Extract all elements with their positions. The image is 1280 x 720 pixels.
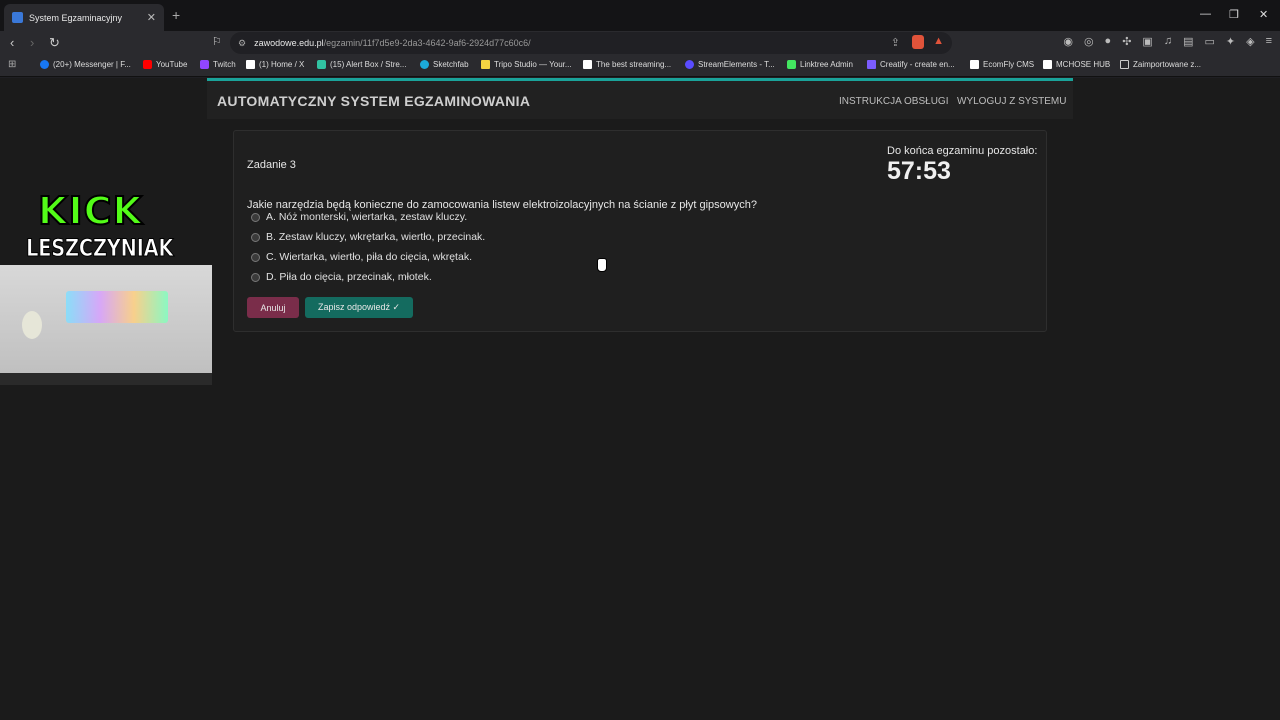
address-bar[interactable]: ⚙ zawodowe.edu.pl/egzamin/11f7d5e9-2da3-… [230,32,952,54]
answer-option-b[interactable]: B. Zestaw kluczy, wkrętarka, wiertło, pr… [251,231,485,243]
bookmark-item[interactable]: EcomFly CMS [970,60,1034,69]
cancel-button[interactable]: Anuluj [247,297,299,318]
bookmark-favicon-icon [420,60,429,69]
tab-active[interactable]: System Egzaminacyjny ✕ [4,4,164,31]
bookmark-icon[interactable]: ⚐ [212,35,222,48]
reload-icon[interactable]: ↻ [49,35,60,51]
bookmark-folder[interactable]: Zaimportowane z... [1120,60,1201,69]
radio-button[interactable] [251,252,260,262]
bookmark-favicon-icon [970,60,979,69]
computer-mouse [22,311,42,339]
webcam-overlay [0,265,212,385]
music-icon[interactable]: ♫ [1164,35,1172,48]
url-host: zawodowe.edu.pl [254,38,324,48]
bookmark-favicon-icon [200,60,209,69]
bookmark-favicon-icon [246,60,255,69]
bookmark-favicon-icon [685,60,694,69]
bookmark-favicon-icon [40,60,49,69]
bookmark-favicon-icon [317,60,326,69]
app-title: AUTOMATYCZNY SYSTEM EGZAMINOWANIA [217,93,531,109]
share-icon[interactable]: ⇪ [891,36,900,49]
brave-shield-icon[interactable] [912,35,924,49]
question-number: Zadanie 3 [247,159,296,171]
extension-icons: ◉ ◎ ● ✣ ▣ ♫ ▤ ▭ ✦ ◈ ≡ [1063,35,1272,48]
bookmark-favicon-icon [1043,60,1052,69]
answer-option-d[interactable]: D. Piła do cięcia, przecinak, młotek. [251,271,432,283]
save-answer-button[interactable]: Zapisz odpowiedź ✓ [305,297,413,318]
timer-value: 57:53 [887,157,951,185]
bookmark-item[interactable]: Creatify - create en... [867,60,955,69]
logout-link[interactable]: WYLOGUJ Z SYSTEMU [957,96,1066,107]
vpn-icon[interactable]: ◈ [1246,35,1254,48]
leo-ai-icon[interactable]: ✦ [1226,35,1235,48]
kick-logo: KICK [37,188,143,234]
tab-close-icon[interactable]: ✕ [147,11,156,24]
url-path: /egzamin/11f7d5e9-2da3-4642-9af6-2924d77… [323,38,531,48]
bookmark-item[interactable]: Tripo Studio — Your... [481,60,572,69]
answer-option-c[interactable]: C. Wiertarka, wiertło, piła do cięcia, w… [251,251,472,263]
instructions-link[interactable]: INSTRUKCJA OBSŁUGI [839,96,948,107]
answer-option-a[interactable]: A. Nóż monterski, wiertarka, zestaw kluc… [251,211,467,223]
tab-favicon-icon [12,12,23,23]
bookmark-favicon-icon [867,60,876,69]
bookmark-item[interactable]: (1) Home / X [246,60,304,69]
radio-button[interactable] [251,212,260,222]
bookmark-item[interactable]: YouTube [143,60,187,69]
tab-bar: System Egzaminacyjny ✕ + — ❐ ✕ [0,0,1280,31]
answer-label: D. Piła do cięcia, przecinak, młotek. [266,271,432,283]
new-tab-button[interactable]: + [172,7,180,23]
radio-button[interactable] [251,232,260,242]
bookmark-item[interactable]: Sketchfab [420,60,469,69]
forward-icon[interactable]: › [30,35,34,50]
answer-label: C. Wiertarka, wiertło, piła do cięcia, w… [266,251,472,263]
back-icon[interactable]: ‹ [10,35,14,50]
restore-button[interactable]: ❐ [1229,8,1239,21]
bookmark-item[interactable]: (20+) Messenger | F... [40,60,131,69]
hand-cursor-icon [597,258,607,272]
bookmark-favicon-icon [481,60,490,69]
tab-title: System Egzaminacyjny [29,12,123,23]
bookmark-favicon-icon [787,60,796,69]
extension-icon[interactable]: ▣ [1142,35,1152,48]
bookmark-item[interactable]: The best streaming... [583,60,671,69]
exam-card: Zadanie 3 Do końca egzaminu pozostało: 5… [233,130,1047,332]
answer-label: B. Zestaw kluczy, wkrętarka, wiertło, pr… [266,231,486,243]
bookmark-item[interactable]: MCHOSE HUB [1043,60,1110,69]
browser-chrome: System Egzaminacyjny ✕ + — ❐ ✕ ‹ › ↻ ⚐ ⚙… [0,0,1280,78]
apps-grid-icon[interactable]: ⊞ [8,59,16,70]
question-text: Jakie narzędzia będą konieczne do zamoco… [247,199,757,211]
bookmark-item[interactable]: Linktree Admin [787,60,853,69]
answer-label: A. Nóż monterski, wiertarka, zestaw kluc… [266,211,468,223]
brave-rewards-icon[interactable]: ▲ [933,35,944,47]
sidebar-icon[interactable]: ▤ [1183,35,1193,48]
close-window-button[interactable]: ✕ [1259,8,1268,21]
site-info-icon[interactable]: ⚙ [238,38,246,49]
wallet-icon[interactable]: ▭ [1204,35,1214,48]
bookmark-item[interactable]: StreamElements - T... [685,60,775,69]
bookmark-item[interactable]: Twitch [200,60,236,69]
desk-edge [0,373,212,385]
puzzle-icon[interactable]: ✣ [1122,35,1131,48]
streamer-name: LESZCZYNIAK [26,234,174,263]
app-header: AUTOMATYCZNY SYSTEM EGZAMINOWANIA INSTRU… [207,78,1073,119]
extension-icon[interactable]: ◎ [1084,35,1094,48]
radio-button[interactable] [251,272,260,282]
navigation-bar: ‹ › ↻ ⚐ ⚙ zawodowe.edu.pl/egzamin/11f7d5… [0,31,1280,55]
bookmarks-bar: ⊞ (20+) Messenger | F... YouTube Twitch … [0,55,1280,77]
rgb-keyboard [66,291,168,323]
menu-icon[interactable]: ≡ [1266,35,1272,48]
page-content: AUTOMATYCZNY SYSTEM EGZAMINOWANIA INSTRU… [0,78,1280,720]
extension-icon[interactable]: ● [1105,35,1112,48]
bookmark-item[interactable]: (15) Alert Box / Stre... [317,60,406,69]
bookmark-favicon-icon [143,60,152,69]
bookmark-favicon-icon [583,60,592,69]
timer-label: Do końca egzaminu pozostało: [887,145,1038,157]
extension-icon[interactable]: ◉ [1063,35,1073,48]
folder-icon [1120,60,1129,69]
minimize-button[interactable]: — [1200,8,1211,20]
